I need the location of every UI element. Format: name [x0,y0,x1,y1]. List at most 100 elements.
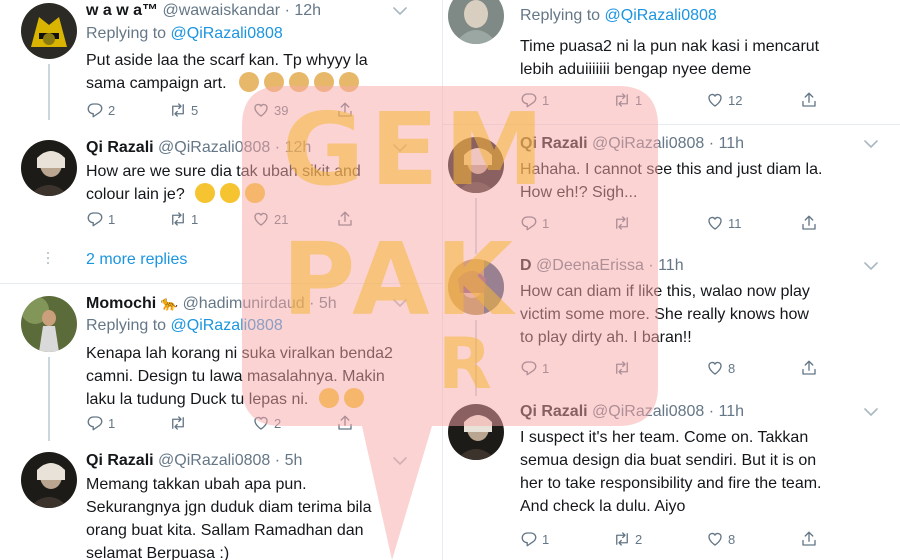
tweet-text: Hahaha. I cannot see this and just diam … [520,158,822,204]
user-handle[interactable]: @wawaiskandar [162,2,280,19]
tweet-header: Momochi 🐆 @hadimunirdaud · 5h [86,293,337,314]
avatar[interactable] [448,404,504,460]
reply-button[interactable]: 1 [520,359,549,377]
tweet-text-line: camni. Design tu lawa masalahnya. Makin [86,368,385,385]
timestamp[interactable]: 11h [719,403,745,420]
reply-count: 1 [542,215,550,231]
reply-icon [86,101,104,119]
heart-icon [706,359,724,377]
share-button[interactable] [336,414,354,432]
like-button[interactable]: 21 [252,210,288,228]
like-button[interactable]: 2 [252,414,281,432]
like-count: 8 [728,531,736,547]
mention-link[interactable]: @QiRazali0808 [605,7,717,24]
retweet-button[interactable] [613,214,635,232]
reply-button[interactable]: 1 [520,91,549,109]
tweet-text-line: Put aside laa the scarf kan. Tp whyyy la [86,52,368,69]
chevron-down-icon[interactable] [393,298,407,308]
share-button[interactable] [336,101,354,119]
timestamp[interactable]: 11h [719,135,745,152]
retweet-button[interactable]: 5 [169,101,198,119]
user-handle[interactable]: @QiRazali0808 [592,135,704,152]
reply-count: 1 [542,92,550,108]
tweet-actions: 1 1 12 [520,91,820,111]
user-handle[interactable]: @hadimunirdaud [183,295,305,312]
display-name[interactable]: Qi Razali [520,403,588,420]
mention-link[interactable]: @QiRazali0808 [171,25,283,42]
retweet-icon [613,91,631,109]
display-name[interactable]: Qi Razali [520,135,588,152]
share-button[interactable] [800,91,818,109]
like-button[interactable]: 11 [706,214,742,232]
retweet-button[interactable]: 1 [613,91,642,109]
like-button[interactable]: 8 [706,530,735,548]
reply-button[interactable]: 1 [520,530,549,548]
avatar[interactable] [448,137,504,193]
like-button[interactable]: 39 [252,101,288,119]
replying-to: Replying to @QiRazali0808 [86,24,283,44]
avatar[interactable] [21,140,77,196]
user-handle[interactable]: @QiRazali0808 [158,139,270,156]
timestamp[interactable]: 5h [285,452,303,469]
like-button[interactable]: 8 [706,359,735,377]
separator-dot: · [309,295,315,312]
share-button[interactable] [800,214,818,232]
replying-to: Replying to @QiRazali0808 [520,6,717,26]
tweet-text-line: selamat Berpuasa :) [86,545,230,560]
like-button[interactable]: 12 [706,91,742,109]
user-handle[interactable]: @DeenaErissa [536,257,644,274]
tweet-divider [443,124,900,125]
tweet-text-line: to play dirty ah. I baran!! [520,329,692,346]
replying-label: Replying to [86,317,167,334]
display-name[interactable]: w a w a™ [86,2,158,19]
avatar[interactable] [21,452,77,508]
tweet-text-line: Hahaha. I cannot see this and just diam … [520,161,823,178]
user-handle[interactable]: @QiRazali0808 [158,452,270,469]
chevron-down-icon[interactable] [864,139,878,149]
chevron-down-icon[interactable] [393,143,407,153]
retweet-button[interactable] [613,359,635,377]
reply-count: 1 [542,531,550,547]
show-more-replies-link[interactable]: 2 more replies [86,251,187,269]
timestamp[interactable]: 12h [285,139,312,156]
tweet-text-line: orang buat kita. Sallam Ramadhan dan [86,522,364,539]
avatar[interactable] [21,296,77,352]
like-count: 39 [274,102,289,118]
share-icon [800,214,818,232]
timestamp[interactable]: 12h [294,2,321,19]
avatar[interactable] [448,0,504,44]
timestamp[interactable]: 11h [658,257,684,274]
separator-dot: · [274,139,281,156]
reply-button[interactable]: 1 [86,414,115,432]
retweet-button[interactable]: 1 [169,210,198,228]
tweet-text: Put aside laa the scarf kan. Tp whyyy la… [86,49,368,95]
timestamp[interactable]: 5h [319,295,337,312]
avatar[interactable] [21,3,77,59]
tweet-text: I suspect it's her team. Come on. Takkan… [520,426,822,518]
display-name[interactable]: Qi Razali [86,452,154,469]
share-button[interactable] [336,210,354,228]
chevron-down-icon[interactable] [393,456,407,466]
retweet-icon [169,210,187,228]
chevron-down-icon[interactable] [864,407,878,417]
display-name[interactable]: Momochi [86,295,156,312]
chevron-down-icon[interactable] [864,261,878,271]
display-name[interactable]: Qi Razali [86,139,154,156]
avatar[interactable] [448,259,504,315]
tweet-header: Qi Razali @QiRazali0808 · 11h [520,134,744,154]
user-handle[interactable]: @QiRazali0808 [592,403,704,420]
tweet-text-line: sama campaign art. [86,75,227,92]
tweet-text-line: I suspect it's her team. Come on. Takkan [520,429,809,446]
mention-link[interactable]: @QiRazali0808 [171,317,283,334]
reply-button[interactable]: 1 [520,214,549,232]
tweet-actions: 2 5 39 [86,101,366,121]
share-button[interactable] [800,359,818,377]
reply-button[interactable]: 1 [86,210,115,228]
chevron-down-icon[interactable] [393,6,407,16]
heart-icon [252,101,270,119]
retweet-button[interactable] [169,414,191,432]
share-button[interactable] [800,530,818,548]
reply-button[interactable]: 2 [86,101,115,119]
display-name[interactable]: D [520,257,532,274]
retweet-button[interactable]: 2 [613,530,642,548]
